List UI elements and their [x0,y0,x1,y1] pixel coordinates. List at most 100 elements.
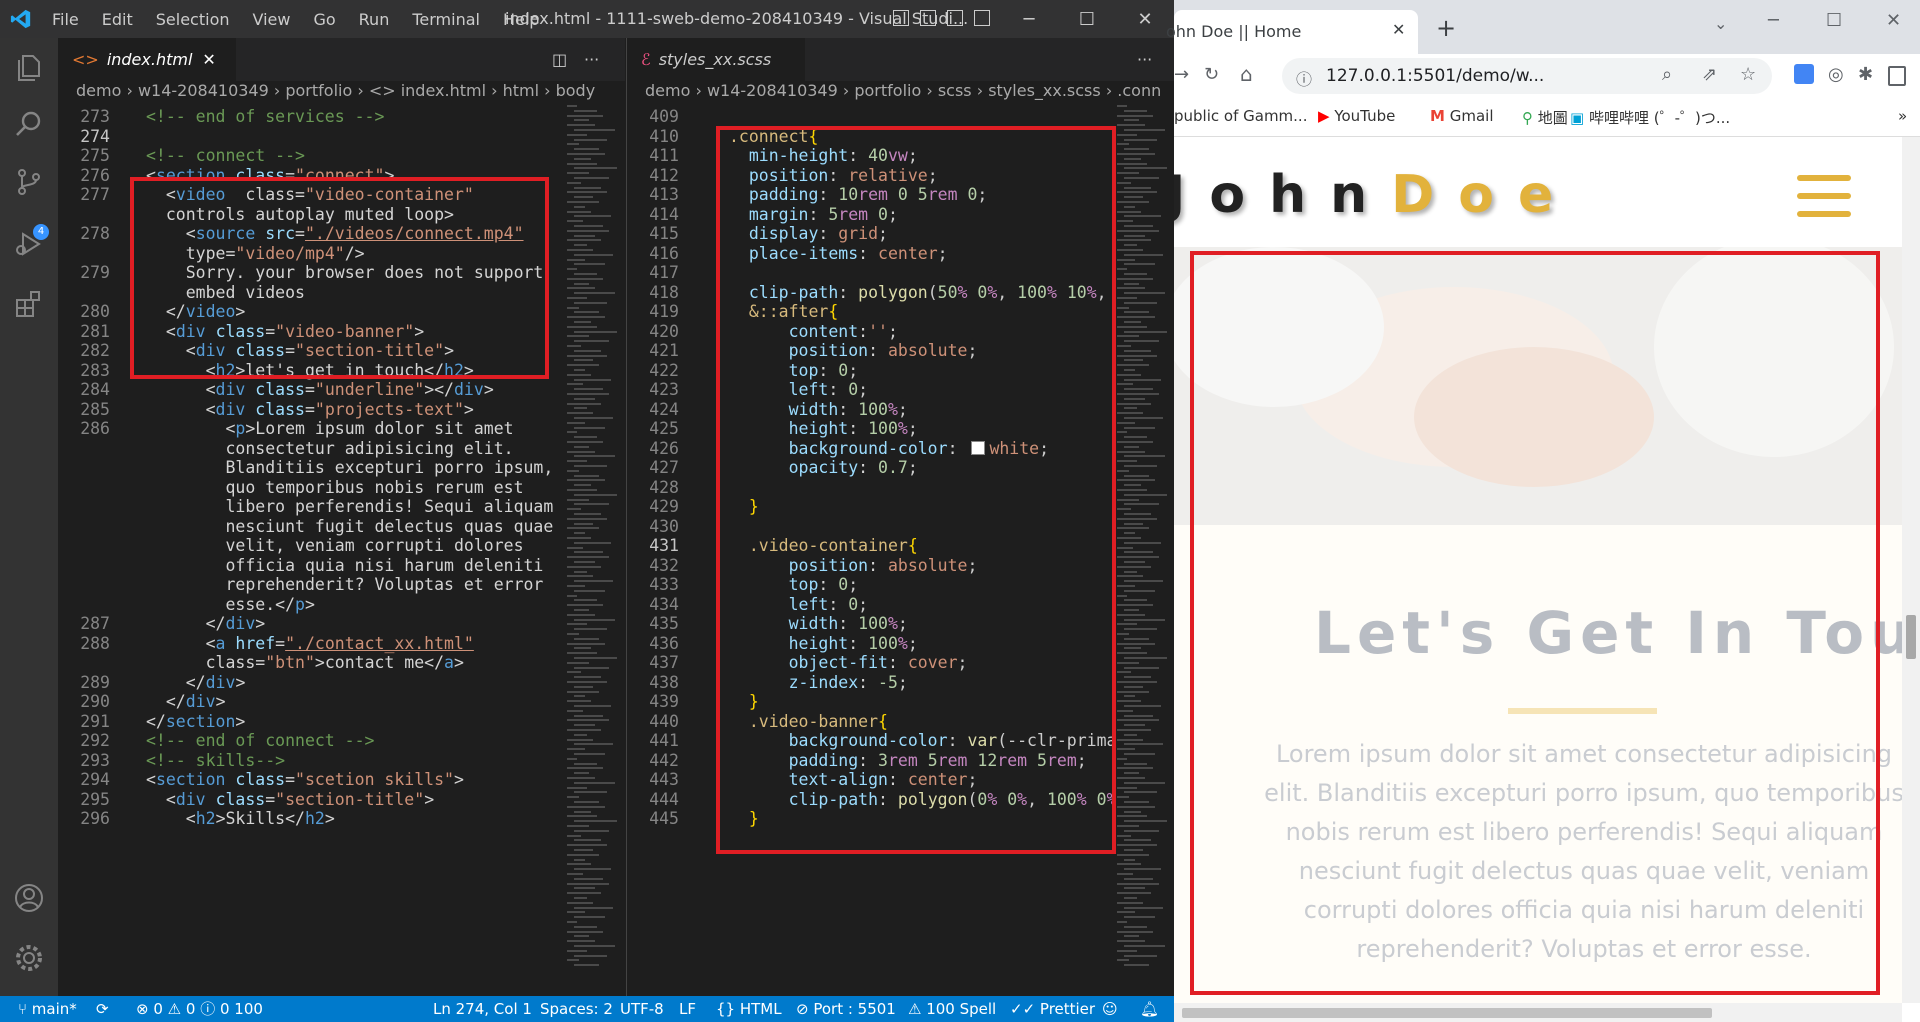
explorer-icon[interactable] [13,52,45,84]
minimap-row [1117,719,1159,722]
minimap-row [1124,225,1153,227]
bookmark-item[interactable]: public of Gamm... [1174,107,1307,125]
site-info-icon[interactable]: ⓘ [1296,66,1312,90]
new-tab-icon[interactable]: + [1436,14,1456,42]
minimap-row [1117,757,1127,760]
toggle-secondary-sidebar-icon[interactable] [947,10,963,26]
bookmark-maps[interactable]: ⚲ 地圖 [1522,107,1568,128]
minimap-row [1124,570,1137,573]
more-actions-icon[interactable]: ··· [584,50,599,69]
url-text[interactable]: 127.0.0.1:5501/demo/w... [1326,66,1544,86]
search-icon[interactable] [13,108,45,140]
forward-icon[interactable]: → [1174,64,1189,85]
browser-tab[interactable]: ohn Doe || Home ✕ [1166,10,1418,54]
minimap-row [574,561,595,563]
minimize-button[interactable]: ─ [1768,10,1779,31]
prettier-status[interactable]: ✓✓ Prettier [1010,996,1095,1022]
toggle-panel-icon[interactable] [920,10,936,26]
minimap-row [1117,940,1145,943]
settings-gear-icon[interactable] [13,942,45,974]
run-debug-icon[interactable] [13,228,45,260]
vscode-window: File Edit Selection View Go Run Terminal… [0,0,1175,1022]
live-server-port[interactable]: ⊘ Port : 5501 [796,996,896,1022]
menu-view[interactable]: View [253,10,291,29]
maximize-button[interactable]: ☐ [1826,10,1842,31]
scroll-thumb[interactable] [1906,615,1916,659]
minimap[interactable] [1113,105,1171,996]
side-panel-icon[interactable] [1888,66,1906,86]
minimap-row [1124,244,1137,247]
minimap-row [1124,369,1135,371]
extensions-puzzle-icon[interactable]: ✱ [1858,64,1873,85]
close-tab-icon[interactable]: ✕ [1392,20,1405,39]
minimap-row [1117,565,1151,568]
minimap-row [1117,450,1145,453]
more-actions-icon[interactable]: ··· [1137,50,1152,69]
minimap-row [574,964,599,967]
close-window-button[interactable]: ✕ [1886,10,1901,31]
toggle-sidebar-icon[interactable] [893,10,909,26]
minimap-row [567,613,595,616]
minimap-row [567,316,605,319]
spell-checker[interactable]: ⚠ 100 Spell [908,996,996,1022]
menu-selection[interactable]: Selection [156,10,230,29]
problems-indicator[interactable]: ⊗ 0 ⚠ 0 ⓘ 0 100 [136,996,263,1022]
menu-terminal[interactable]: Terminal [412,10,480,29]
hamburger-menu-icon[interactable] [1797,175,1851,229]
bookmark-gmail[interactable]: M Gmail [1430,107,1493,125]
minimap-row [1117,921,1127,923]
minimap-row [567,671,581,674]
bookmark-youtube[interactable]: ▶ YouTube [1318,107,1395,125]
feedback-icon[interactable]: ☺ [1102,996,1118,1022]
site-logo[interactable]: JohnDoe [1174,165,1577,225]
home-icon[interactable]: ⌂ [1240,62,1253,86]
share-icon[interactable]: ⇗ [1702,64,1717,85]
split-editor-icon[interactable]: ◫ [552,50,567,69]
tab-search-icon[interactable]: ⌄ [1714,14,1727,33]
breadcrumb[interactable]: demo › w14-208410349 › portfolio › scss … [627,81,1175,105]
bookmarks-overflow-icon[interactable]: » [1898,107,1907,125]
customize-layout-icon[interactable] [974,10,990,26]
indentation[interactable]: Spaces: 2 [540,996,613,1022]
minimap-row [574,609,589,611]
tab-index-html[interactable]: <> index.html ✕ [58,38,236,81]
minimize-button[interactable]: ─ [1000,0,1058,38]
extensions-icon[interactable] [13,288,45,320]
menu-file[interactable]: File [52,10,79,29]
vertical-scrollbar[interactable] [1902,137,1920,1003]
menu-run[interactable]: Run [359,10,390,29]
bookmark-star-icon[interactable]: ☆ [1740,64,1756,85]
horizontal-scrollbar[interactable] [1174,1003,1902,1022]
minimap-row [1117,162,1147,165]
minimap-row [574,311,599,314]
tab-styles-scss[interactable]: ℰ styles_xx.scss [627,38,805,81]
menu-go[interactable]: Go [313,10,335,29]
translate-extension-icon[interactable] [1794,64,1814,84]
menu-edit[interactable]: Edit [102,10,133,29]
minimap-row [1124,445,1139,448]
close-tab-icon[interactable]: ✕ [202,50,215,69]
bookmark-bilibili[interactable]: ▣ 哔哩哔哩 (゜-゜)つ... [1570,107,1730,128]
end-of-line[interactable]: LF [679,996,696,1022]
language-mode[interactable]: {} HTML [716,996,782,1022]
extension-icon[interactable]: ◎ [1828,64,1844,85]
account-icon[interactable] [13,882,45,914]
breadcrumb[interactable]: demo › w14-208410349 › portfolio › <> in… [58,81,625,105]
encoding[interactable]: UTF-8 [620,996,664,1022]
source-control-icon[interactable] [13,166,45,198]
minimap-row [567,815,597,818]
sync-icon[interactable]: ⟳ [96,996,109,1022]
maximize-button[interactable]: ☐ [1058,0,1116,38]
minimap-row [1117,882,1159,885]
reload-icon[interactable]: ↻ [1204,64,1219,85]
cursor-position[interactable]: Ln 274, Col 1 [433,996,532,1022]
branch-indicator[interactable]: ⑂ main* [18,996,77,1022]
notifications-bell-icon[interactable]: 🔔︎ [1140,996,1159,1022]
minimap[interactable] [563,105,621,996]
address-bar[interactable]: ⓘ 127.0.0.1:5501/demo/w... ⌕ ⇗ ☆ [1282,58,1772,94]
scroll-thumb[interactable] [1182,1008,1712,1018]
zoom-icon[interactable]: ⌕ [1662,64,1672,85]
minimap-row [1117,277,1153,280]
minimap-row [1124,724,1145,727]
code-line[interactable]: 296 <h2>Skills</h2> [58,807,625,831]
